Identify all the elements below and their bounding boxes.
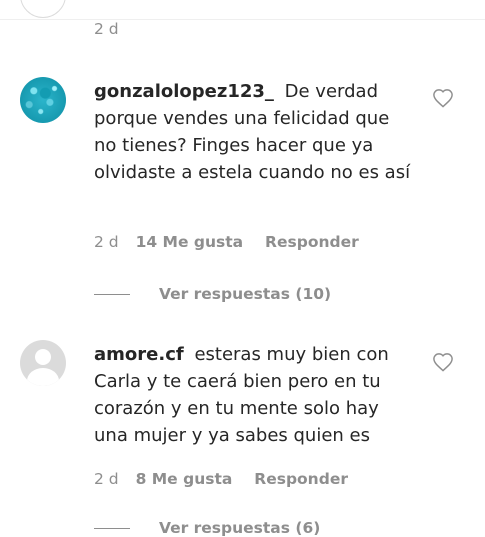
likes-count[interactable]: 14 Me gusta: [136, 233, 244, 251]
comment-username[interactable]: gonzalolopez123_: [94, 81, 274, 102]
avatar[interactable]: [20, 77, 66, 123]
comment-meta: 2 d 14 Me gusta Responder: [94, 233, 376, 251]
reply-button[interactable]: Responder: [265, 233, 359, 251]
avatar[interactable]: [20, 340, 66, 386]
reply-button[interactable]: Responder: [254, 470, 348, 488]
avatar-body-shape: [27, 368, 59, 386]
avatar-head-shape: [35, 349, 51, 365]
view-replies-button[interactable]: Ver respuestas (6): [159, 519, 320, 537]
view-replies-button[interactable]: Ver respuestas (10): [159, 285, 331, 303]
top-divider: [0, 19, 485, 20]
replies-divider: [94, 528, 130, 529]
timestamp: 2 d: [94, 233, 119, 251]
heart-outline-icon[interactable]: [432, 352, 454, 372]
comment-body: amore.cf esteras muy bien con Carla y te…: [94, 341, 416, 449]
replies-divider: [94, 294, 130, 295]
avatar[interactable]: [20, 0, 66, 18]
comment-body: gonzalolopez123_ De verdad porque vendes…: [94, 78, 416, 186]
view-replies-row[interactable]: Ver respuestas (10): [94, 285, 331, 303]
likes-count[interactable]: 8 Me gusta: [136, 470, 233, 488]
comment-meta: 2 d: [94, 20, 131, 38]
timestamp: 2 d: [94, 20, 119, 38]
heart-outline-icon[interactable]: [432, 88, 454, 108]
timestamp: 2 d: [94, 470, 119, 488]
view-replies-row[interactable]: Ver respuestas (6): [94, 519, 320, 537]
comment-username[interactable]: amore.cf: [94, 344, 184, 365]
comment-meta: 2 d 8 Me gusta Responder: [94, 470, 365, 488]
